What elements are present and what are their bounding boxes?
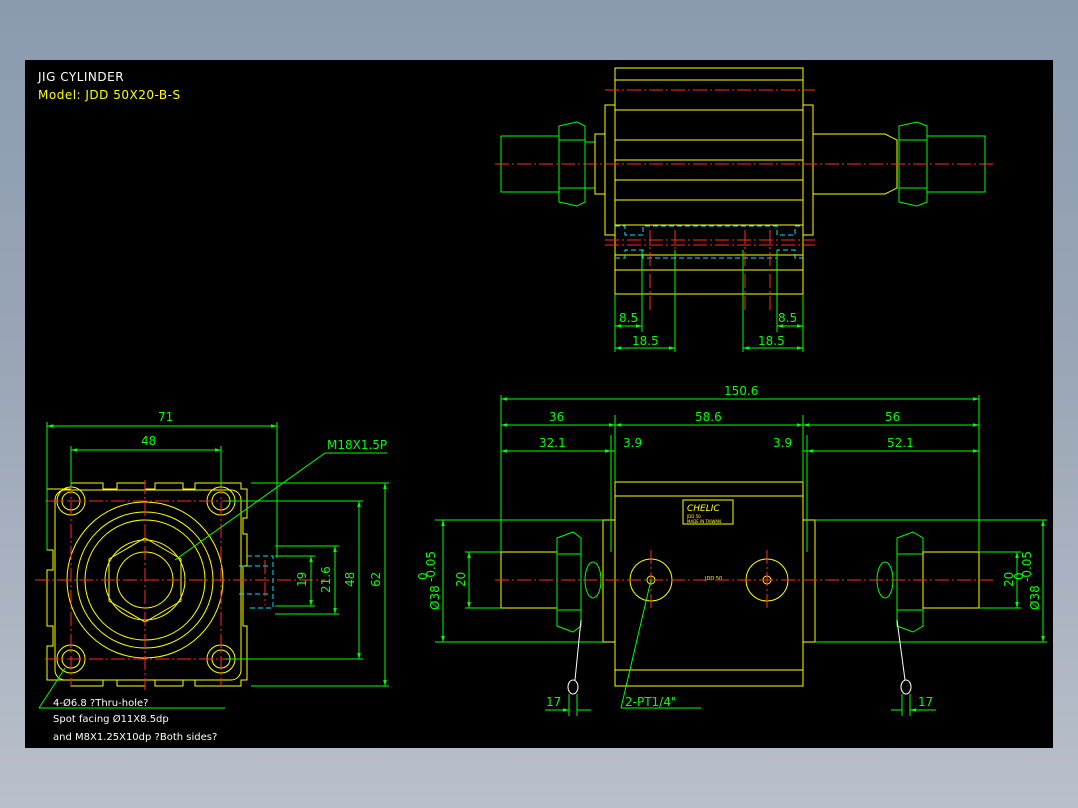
dim-19: 19 <box>295 572 309 587</box>
body-label: JDD 50 <box>704 576 722 582</box>
front-left-nut <box>556 531 582 633</box>
dim-52-1: 52.1 <box>887 436 914 450</box>
tol-lower-right: -0.05 <box>1020 551 1034 582</box>
dim-48-top: 48 <box>141 434 156 448</box>
nameplate-brand: CHELIC <box>687 504 720 514</box>
dim-32-1: 32.1 <box>539 436 566 450</box>
top-view: 8.5 8.5 18.5 18.5 <box>495 67 993 352</box>
dim-21-6: 21.6 <box>319 566 333 593</box>
dim-17-left: 17 <box>546 695 561 709</box>
dim-17-right: 17 <box>918 695 933 709</box>
dim-48-side: 48 <box>343 572 357 587</box>
tol-lower-left: -0.05 <box>424 551 438 582</box>
dim-58-6: 58.6 <box>695 410 722 424</box>
hole-note-2: Spot facing Ø11X8.5dp <box>53 713 169 725</box>
dim-20-left: 20 <box>454 572 468 587</box>
nameplate-line2: MADE IN TAIWAN <box>687 519 721 524</box>
dim-38-left: Ø38 <box>428 585 442 610</box>
dim-71: 71 <box>158 410 173 424</box>
dim-3-9-left: 3.9 <box>623 436 642 450</box>
front-view: CHELIC JDD 50 MADE IN TAIWAN JDD 50 150.… <box>416 384 1047 716</box>
drawing-svg: 8.5 8.5 18.5 18.5 CHELIC JDD 50 MADE IN … <box>35 67 1047 743</box>
cad-drawing-canvas[interactable]: JIG CYLINDER Model: JDD 50X20-B-S 8.5 8.… <box>25 60 1053 748</box>
top-body-outline <box>614 67 804 295</box>
side-view: 71 48 M18X1.5P 19 21.6 48 62 4-Ø6.8 ?Thr… <box>35 410 389 743</box>
port-callout: 2-PT1/4" <box>625 695 676 709</box>
dim-150-6: 150.6 <box>724 384 758 398</box>
dim-56: 56 <box>885 410 900 424</box>
dim-62: 62 <box>369 572 383 587</box>
dim-8-5-left: 8.5 <box>619 311 638 325</box>
front-right-nut <box>896 531 924 633</box>
dim-38-right: Ø38 <box>1028 585 1042 610</box>
dim-8-5-right: 8.5 <box>778 311 797 325</box>
dim-3-9-right: 3.9 <box>773 436 792 450</box>
hole-note-1: 4-Ø6.8 ?Thru-hole? <box>53 697 148 709</box>
thread-callout: M18X1.5P <box>327 438 387 452</box>
dim-36: 36 <box>549 410 564 424</box>
dim-18-5-left: 18.5 <box>632 334 659 348</box>
dim-18-5-right: 18.5 <box>758 334 785 348</box>
hole-note-3: and M8X1.25X10dp ?Both sides? <box>53 732 217 743</box>
